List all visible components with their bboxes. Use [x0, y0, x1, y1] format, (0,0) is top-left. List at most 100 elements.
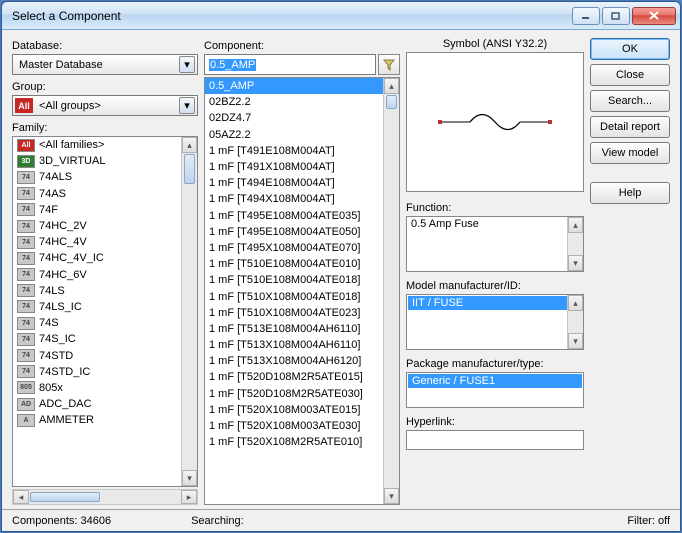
- list-item[interactable]: 7474LS: [13, 283, 181, 299]
- view-model-button[interactable]: View model: [590, 142, 670, 164]
- family-icon: 74: [17, 300, 35, 313]
- group-label: Group:: [12, 81, 198, 93]
- package-listbox[interactable]: Generic / FUSE1: [406, 372, 584, 408]
- hyperlink-input[interactable]: [406, 430, 584, 450]
- detail-report-button[interactable]: Detail report: [590, 116, 670, 138]
- list-item[interactable]: 7474HC_2V: [13, 218, 181, 234]
- list-item[interactable]: 1 mF [T494E108M004AT]: [205, 175, 383, 191]
- list-item[interactable]: 02BZ2.2: [205, 94, 383, 110]
- family-label: Family:: [12, 122, 198, 134]
- list-item[interactable]: 1 mF [T513E108M004AH6110]: [205, 321, 383, 337]
- filter-button[interactable]: [378, 54, 400, 75]
- close-button[interactable]: Close: [590, 64, 670, 86]
- list-item[interactable]: 7474LS_IC: [13, 299, 181, 315]
- scroll-thumb[interactable]: [386, 95, 397, 109]
- component-listbox[interactable]: 0.5_AMP 02BZ2.2 02DZ4.7 05AZ2.21 mF [T491E1…: [204, 77, 400, 505]
- list-item[interactable]: 7474STD: [13, 347, 181, 363]
- list-item[interactable]: 1 mF [T491E108M004AT]: [205, 143, 383, 159]
- list-item[interactable]: ADADC_DAC: [13, 396, 181, 412]
- list-item[interactable]: 1 mF [T513X108M004AH6110]: [205, 337, 383, 353]
- scroll-thumb[interactable]: [184, 154, 195, 184]
- list-item[interactable]: 1 mF [T520D108M2R5ATE030]: [205, 386, 383, 402]
- scroll-down-icon[interactable]: ▾: [568, 255, 583, 271]
- list-item[interactable]: 3D3D_VIRTUAL: [13, 153, 181, 169]
- family-item-label: AMMETER: [39, 414, 94, 426]
- scroll-down-icon[interactable]: ▾: [182, 470, 197, 486]
- list-item[interactable]: 02DZ4.7: [205, 110, 383, 126]
- close-window-button[interactable]: [632, 7, 676, 25]
- scroll-up-icon[interactable]: ▴: [384, 78, 399, 94]
- list-item[interactable]: 1 mF [T494X108M004AT]: [205, 191, 383, 207]
- list-item[interactable]: 805805x: [13, 380, 181, 396]
- list-item[interactable]: 1 mF [T520D108M2R5ATE015]: [205, 369, 383, 385]
- list-item[interactable]: 1 mF [T495E108M004ATE035]: [205, 208, 383, 224]
- family-icon: 74: [17, 317, 35, 330]
- list-item[interactable]: 1 mF [T510E108M004ATE018]: [205, 272, 383, 288]
- scrollbar-vertical[interactable]: ▴ ▾: [567, 295, 583, 349]
- hyperlink-label: Hyperlink:: [406, 416, 584, 428]
- list-item[interactable]: 7474HC_4V_IC: [13, 250, 181, 266]
- scroll-up-icon[interactable]: ▴: [182, 137, 197, 153]
- status-components: Components: 34606: [12, 515, 111, 527]
- group-combo[interactable]: All <All groups> ▾: [12, 95, 198, 116]
- status-searching: Searching:: [191, 515, 244, 527]
- scroll-right-icon[interactable]: ▸: [181, 490, 197, 504]
- list-item[interactable]: 0.5_AMP: [205, 78, 383, 94]
- search-button[interactable]: Search...: [590, 90, 670, 112]
- scrollbar-vertical[interactable]: ▴ ▾: [567, 217, 583, 271]
- list-item[interactable]: All<All families>: [13, 137, 181, 153]
- component-item-label: 1 mF [T510E108M004ATE010]: [209, 258, 360, 270]
- component-item-label: 02BZ2.2: [209, 96, 251, 108]
- list-item[interactable]: 7474F: [13, 202, 181, 218]
- list-item[interactable]: 1 mF [T510E108M004ATE010]: [205, 256, 383, 272]
- family-item-label: 805x: [39, 382, 63, 394]
- ok-button[interactable]: OK: [590, 38, 670, 60]
- list-item[interactable]: 7474S: [13, 315, 181, 331]
- component-item-label: 1 mF [T520X108M003ATE030]: [209, 420, 360, 432]
- component-item-label: 1 mF [T510X108M004ATE023]: [209, 307, 360, 319]
- family-listbox[interactable]: All<All families>3D3D_VIRTUAL7474ALS7474…: [12, 136, 198, 487]
- list-item[interactable]: 1 mF [T520X108M003ATE015]: [205, 402, 383, 418]
- family-icon: A: [17, 414, 35, 427]
- family-item-label: 74HC_2V: [39, 220, 87, 232]
- list-item[interactable]: 1 mF [T510X108M004ATE023]: [205, 305, 383, 321]
- function-value: 0.5 Amp Fuse: [407, 217, 583, 231]
- list-item[interactable]: A AMMETER: [13, 412, 181, 428]
- component-item-label: 1 mF [T520D108M2R5ATE015]: [209, 371, 363, 383]
- list-item[interactable]: 7474ALS: [13, 169, 181, 185]
- list-item[interactable]: 05AZ2.2: [205, 127, 383, 143]
- scrollbar-vertical[interactable]: ▴ ▾: [383, 78, 399, 504]
- list-item[interactable]: 1 mF [T520X108M003ATE030]: [205, 418, 383, 434]
- family-icon: 74: [17, 333, 35, 346]
- list-item[interactable]: 7474HC_4V: [13, 234, 181, 250]
- list-item[interactable]: 7474AS: [13, 186, 181, 202]
- scrollbar-horizontal[interactable]: ◂ ▸: [12, 489, 198, 505]
- titlebar[interactable]: Select a Component: [2, 2, 680, 30]
- list-item[interactable]: 1 mF [T513X108M004AH6120]: [205, 353, 383, 369]
- scrollbar-vertical[interactable]: ▴ ▾: [181, 137, 197, 486]
- database-combo[interactable]: Master Database ▾: [12, 54, 198, 75]
- maximize-button[interactable]: [602, 7, 630, 25]
- scroll-thumb[interactable]: [30, 492, 100, 502]
- list-item[interactable]: 7474HC_6V: [13, 267, 181, 283]
- scroll-up-icon[interactable]: ▴: [568, 295, 583, 311]
- scroll-up-icon[interactable]: ▴: [568, 217, 583, 233]
- scroll-down-icon[interactable]: ▾: [568, 333, 583, 349]
- model-listbox[interactable]: IIT / FUSE ▴ ▾: [406, 294, 584, 350]
- component-item-label: 02DZ4.7: [209, 112, 251, 124]
- list-item[interactable]: 1 mF [T495E108M004ATE050]: [205, 224, 383, 240]
- list-item[interactable]: 1 mF [T491X108M004AT]: [205, 159, 383, 175]
- list-item[interactable]: 7474STD_IC: [13, 364, 181, 380]
- list-item[interactable]: 1 mF [T495X108M004ATE070]: [205, 240, 383, 256]
- family-icon: 74: [17, 203, 35, 216]
- list-item[interactable]: 1 mF [T510X108M004ATE018]: [205, 288, 383, 304]
- function-label: Function:: [406, 202, 584, 214]
- minimize-button[interactable]: [572, 7, 600, 25]
- list-item[interactable]: 7474S_IC: [13, 331, 181, 347]
- component-search-input[interactable]: 0.5_AMP: [204, 54, 376, 75]
- help-button[interactable]: Help: [590, 182, 670, 204]
- list-item[interactable]: 1 mF [T520X108M2R5ATE010]: [205, 434, 383, 450]
- scroll-left-icon[interactable]: ◂: [13, 490, 29, 504]
- family-item-label: <All families>: [39, 139, 104, 151]
- scroll-down-icon[interactable]: ▾: [384, 488, 399, 504]
